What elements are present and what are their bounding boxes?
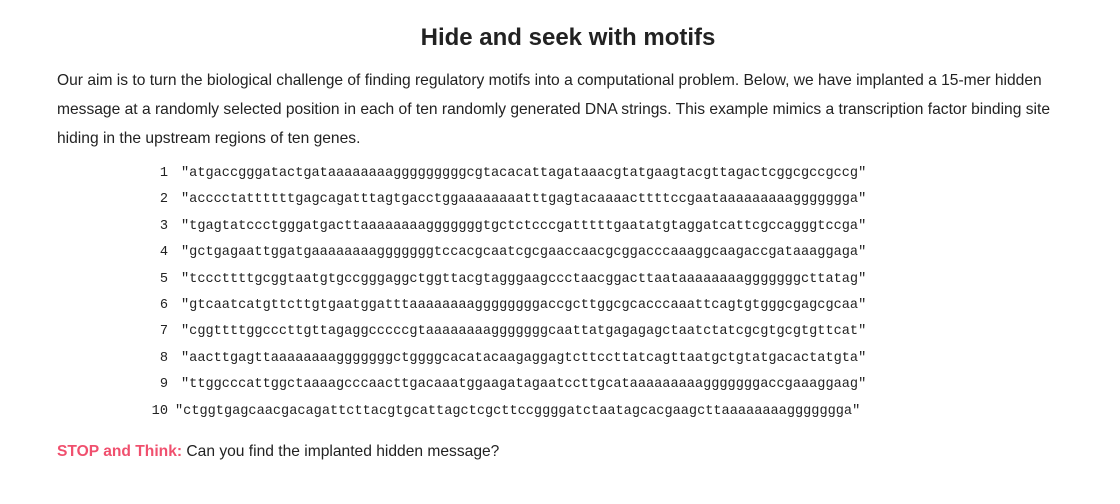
dna-sequence-list: 1 "atgaccgggatactgataaaaaaaagggggggggcgt… — [0, 161, 1120, 425]
sequence-number: 8 — [159, 350, 168, 366]
dna-string: "ctggtgagcaacgacagattcttacgtgcattagctcgc… — [175, 403, 861, 419]
stop-and-think-prompt: STOP and Think: Can you find the implant… — [57, 440, 499, 464]
dna-string: "gctgagaattggatgaaaaaaaagggggggtccacgcaa… — [181, 245, 867, 261]
sequence-number: 6 — [159, 297, 168, 313]
dna-string: "atgaccgggatactgataaaaaaaagggggggggcgtac… — [181, 166, 867, 181]
sequence-number: 5 — [159, 271, 168, 287]
stop-and-think-question: Can you find the implanted hidden messag… — [182, 443, 500, 460]
sequence-row: 7 "cggttttggcccttgttagaggcccccgtaaaaaaaa… — [0, 319, 1120, 345]
dna-string: "acccctattttttgagcagatttagtgacctggaaaaaa… — [181, 192, 867, 208]
sequence-row: 10 "ctggtgagcaacgacagattcttacgtgcattagct… — [0, 399, 1120, 425]
sequence-row: 5 "tcccttttgcggtaatgtgccgggaggctggttacgt… — [0, 267, 1120, 293]
stop-and-think-label: STOP and Think: — [57, 443, 183, 460]
sequence-number: 9 — [159, 377, 168, 393]
sequence-number: 2 — [159, 192, 168, 208]
page: Hide and seek with motifs Our aim is to … — [0, 0, 1120, 466]
sequence-row: 4 "gctgagaattggatgaaaaaaaagggggggtccacgc… — [0, 240, 1120, 266]
sequence-number: 3 — [159, 218, 168, 234]
sequence-number: 4 — [159, 245, 168, 261]
sequence-row: 2 "acccctattttttgagcagatttagtgacctggaaaa… — [0, 187, 1120, 213]
sequence-number: 10 — [151, 403, 168, 419]
sequence-row: 3 "tgagtatccctgggatgacttaaaaaaaagggggggt… — [0, 214, 1120, 240]
sequence-row: 6 "gtcaatcatgttcttgtgaatggatttaaaaaaaagg… — [0, 293, 1120, 319]
dna-string: "aacttgagttaaaaaaaagggggggctggggcacataca… — [181, 350, 867, 366]
sequence-row: 9 "ttggcccattggctaaaagcccaacttgacaaatgga… — [0, 372, 1120, 398]
sequence-number: 1 — [159, 166, 168, 181]
dna-string: "gtcaatcatgttcttgtgaatggatttaaaaaaaagggg… — [181, 297, 867, 313]
dna-string: "tcccttttgcggtaatgtgccgggaggctggttacgtag… — [181, 271, 867, 287]
page-title: Hide and seek with motifs — [420, 24, 716, 51]
sequence-row: 1 "atgaccgggatactgataaaaaaaagggggggggcgt… — [0, 161, 1120, 187]
dna-string: "ttggcccattggctaaaagcccaacttgacaaatggaag… — [181, 377, 867, 393]
sequence-row: 8 "aacttgagttaaaaaaaagggggggctggggcacata… — [0, 346, 1120, 372]
sequence-number: 7 — [159, 324, 168, 340]
intro-paragraph: Our aim is to turn the biological challe… — [57, 72, 1051, 147]
dna-string: "cggttttggcccttgttagaggcccccgtaaaaaaaagg… — [181, 324, 867, 340]
dna-string: "tgagtatccctgggatgacttaaaaaaaagggggggtgc… — [181, 218, 867, 234]
